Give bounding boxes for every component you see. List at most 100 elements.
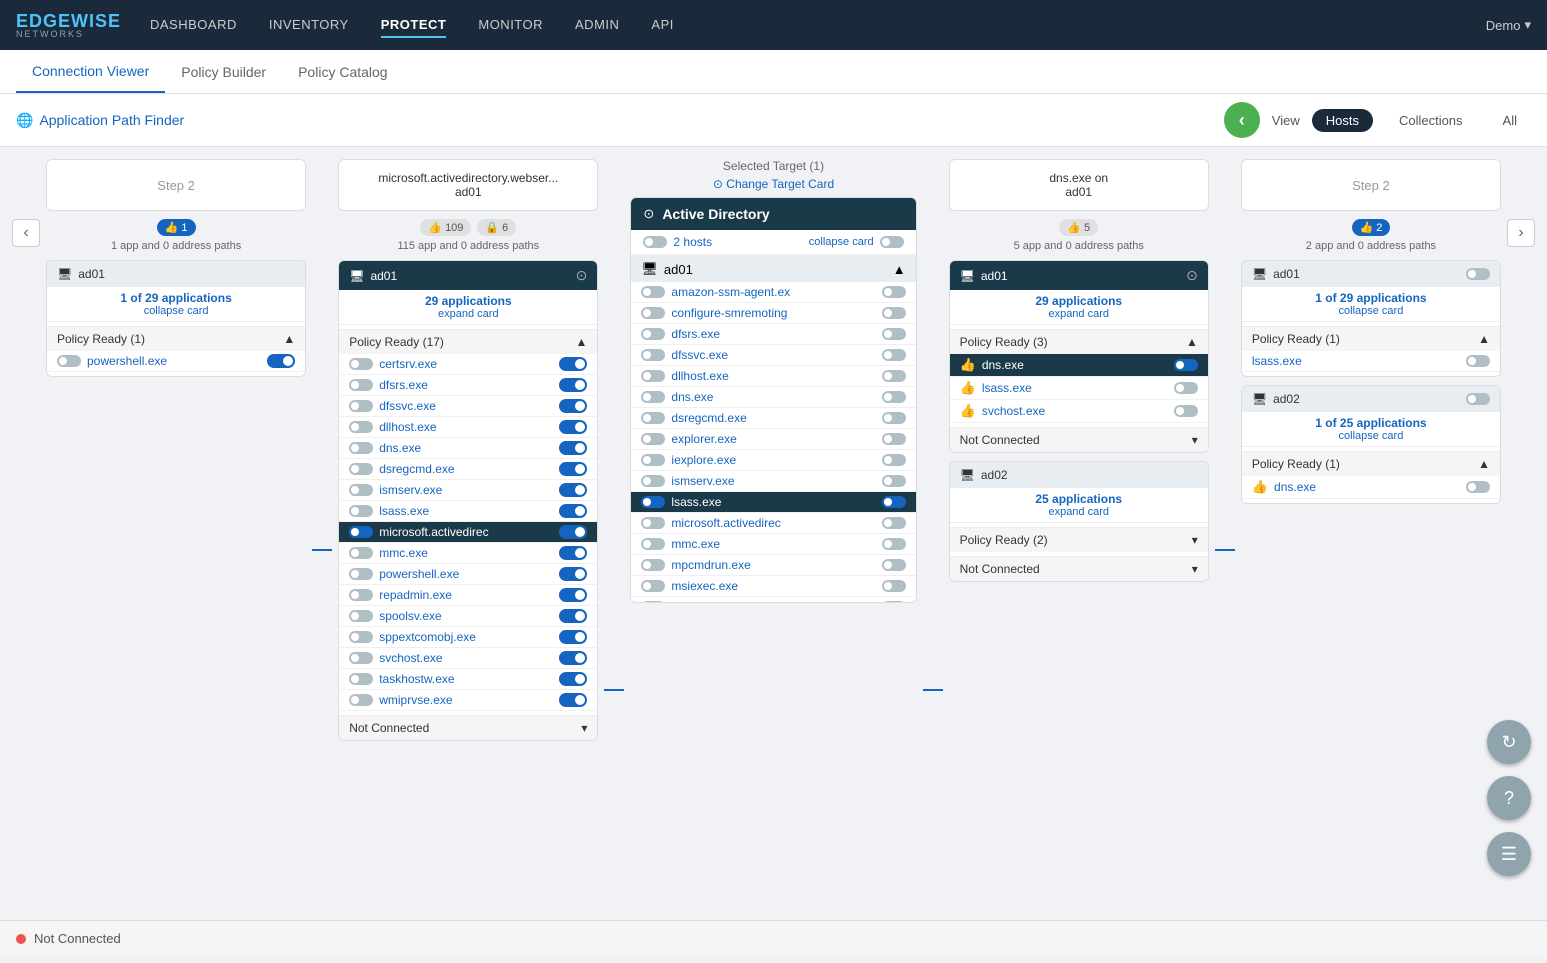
col2-toggle-powershell[interactable]	[349, 568, 373, 580]
col4-app-name-dns[interactable]: dns.exe	[982, 358, 1168, 372]
target-toggle-amazon-ssm[interactable]	[641, 286, 665, 298]
target-switch-dns[interactable]	[882, 391, 906, 403]
col2-switch-certsrv[interactable]	[559, 357, 587, 371]
target-toggle-dfssvc[interactable]	[641, 349, 665, 361]
col2-toggle-wmiprvse[interactable]	[349, 694, 373, 706]
col2-switch-dfsrs[interactable]	[559, 378, 587, 392]
col2-toggle-lsass[interactable]	[349, 505, 373, 517]
col5-ad02-header-toggle[interactable]	[1466, 393, 1490, 405]
target-toggle-mpcmdrun[interactable]	[641, 559, 665, 571]
col2-toggle-dsregcmd[interactable]	[349, 463, 373, 475]
nav-protect[interactable]: PROTECT	[381, 13, 447, 38]
target-switch-mpcmdrun[interactable]	[882, 559, 906, 571]
target-switch-amazon-ssm[interactable]	[882, 286, 906, 298]
col2-app-name-dllhost[interactable]: dllhost.exe	[379, 420, 553, 434]
next-arrow[interactable]: ›	[1507, 219, 1535, 247]
target-host-toggle[interactable]	[643, 236, 667, 248]
col2-app-name-dfsrs[interactable]: dfsrs.exe	[379, 378, 553, 392]
col5-ad02-policy-header[interactable]: Policy Ready (1) ▲	[1242, 451, 1500, 476]
target-app-name-mpcmdrun[interactable]: mpcmdrun.exe	[671, 558, 875, 572]
target-toggle-configure[interactable]	[641, 307, 665, 319]
user-menu[interactable]: Demo ▾	[1486, 17, 1531, 33]
view-hosts-button[interactable]: Hosts	[1312, 109, 1373, 132]
target-app-name-ismserv[interactable]: ismserv.exe	[671, 474, 875, 488]
target-app-name-explorer[interactable]: explorer.exe	[671, 432, 875, 446]
col2-toggle-mmc[interactable]	[349, 547, 373, 559]
target-app-name-dllhost[interactable]: dllhost.exe	[671, 369, 875, 383]
target-toggle-msactivedirec[interactable]	[641, 517, 665, 529]
help-fab[interactable]: ?	[1487, 776, 1531, 820]
target-app-name-lsass[interactable]: lsass.exe	[671, 495, 875, 509]
col2-toggle-taskhostw[interactable]	[349, 673, 373, 685]
col2-app-name-repadmin[interactable]: repadmin.exe	[379, 588, 553, 602]
col2-app-name-lsass[interactable]: lsass.exe	[379, 504, 553, 518]
col2-toggle-svchost[interactable]	[349, 652, 373, 664]
target-switch-configure[interactable]	[882, 307, 906, 319]
col2-switch-mmc[interactable]	[559, 546, 587, 560]
col2-switch-dsregcmd[interactable]	[559, 462, 587, 476]
menu-fab[interactable]: ☰	[1487, 832, 1531, 876]
col5-switch-lsass[interactable]	[1466, 355, 1490, 367]
col2-switch-wmiprvse[interactable]	[559, 693, 587, 707]
col2-toggle-dfssvc[interactable]	[349, 400, 373, 412]
target-toggle-iexplore[interactable]	[641, 454, 665, 466]
col4-switch-dns[interactable]	[1174, 359, 1198, 371]
col4-ad02-not-connected-header[interactable]: Not Connected ▾	[960, 562, 1198, 576]
col2-switch-spoolsv[interactable]	[559, 609, 587, 623]
col5-ad01-policy-header[interactable]: Policy Ready (1) ▲	[1242, 326, 1500, 351]
target-app-name-dns[interactable]: dns.exe	[671, 390, 875, 404]
target-host-toggle-right[interactable]	[880, 236, 904, 248]
col4-ad02-card-link[interactable]: 25 applications expand card	[960, 492, 1198, 518]
col1-switch-powershell[interactable]	[267, 354, 295, 368]
target-switch-ismserv[interactable]	[882, 475, 906, 487]
target-switch-msiexec[interactable]	[882, 580, 906, 592]
col2-app-name-sppext[interactable]: sppextcomobj.exe	[379, 630, 553, 644]
col2-app-name-svchost[interactable]: svchost.exe	[379, 651, 553, 665]
col1-app-name-powershell[interactable]: powershell.exe	[87, 354, 261, 368]
col2-app-name-dfssvc[interactable]: dfssvc.exe	[379, 399, 553, 413]
nav-api[interactable]: API	[651, 13, 673, 38]
col1-policy-header[interactable]: Policy Ready (1) ▲	[47, 326, 305, 351]
target-switch-explorer[interactable]	[882, 433, 906, 445]
target-toggle-ismserv[interactable]	[641, 475, 665, 487]
target-toggle-explorer[interactable]	[641, 433, 665, 445]
col2-not-connected-header[interactable]: Not Connected ▾	[349, 721, 587, 735]
target-switch-iexplore[interactable]	[882, 454, 906, 466]
target-app-name-dfsrs[interactable]: dfsrs.exe	[671, 327, 875, 341]
target-toggle-dllhost[interactable]	[641, 370, 665, 382]
nav-monitor[interactable]: MONITOR	[478, 13, 543, 38]
col2-switch-lsass[interactable]	[559, 504, 587, 518]
col2-switch-powershell[interactable]	[559, 567, 587, 581]
col2-toggle-sppext[interactable]	[349, 631, 373, 643]
col4-ad01-not-connected-header[interactable]: Not Connected ▾	[960, 433, 1198, 447]
tab-policy-builder[interactable]: Policy Builder	[165, 52, 282, 92]
col2-card-link[interactable]: 29 applications expand card	[349, 294, 587, 320]
col4-switch-svchost[interactable]	[1174, 405, 1198, 417]
target-switch-powershell[interactable]	[882, 601, 906, 602]
col2-toggle-dns[interactable]	[349, 442, 373, 454]
tab-policy-catalog[interactable]: Policy Catalog	[282, 52, 404, 92]
col5-ad02-link[interactable]: 1 of 25 applications collapse card	[1252, 416, 1490, 442]
col2-switch-dllhost[interactable]	[559, 420, 587, 434]
col5-ad01-link[interactable]: 1 of 29 applications collapse card	[1252, 291, 1490, 317]
col2-toggle-ismserv[interactable]	[349, 484, 373, 496]
target-app-name-dsregcmd[interactable]: dsregcmd.exe	[671, 411, 875, 425]
target-app-name-msiexec[interactable]: msiexec.exe	[671, 579, 875, 593]
col1-card-link[interactable]: 1 of 29 applications collapse card	[57, 291, 295, 317]
col5-switch-dns[interactable]	[1466, 481, 1490, 493]
col2-app-name-spoolsv[interactable]: spoolsv.exe	[379, 609, 553, 623]
target-switch-dllhost[interactable]	[882, 370, 906, 382]
col2-app-name-wmiprvse[interactable]: wmiprvse.exe	[379, 693, 553, 707]
col1-toggle-powershell[interactable]	[57, 355, 81, 367]
col2-app-name-msactivedirec[interactable]: microsoft.activedirec	[379, 525, 553, 539]
col2-switch-dns[interactable]	[559, 441, 587, 455]
col2-app-name-powershell[interactable]: powershell.exe	[379, 567, 553, 581]
col2-switch-taskhostw[interactable]	[559, 672, 587, 686]
col4-settings-icon[interactable]: ⊙	[1186, 267, 1198, 284]
col4-app-name-lsass[interactable]: lsass.exe	[982, 381, 1168, 395]
target-switch-lsass[interactable]	[882, 496, 906, 508]
col2-toggle-msactivedirec[interactable]	[349, 526, 373, 538]
view-collections-button[interactable]: Collections	[1385, 109, 1477, 132]
col2-switch-ismserv[interactable]	[559, 483, 587, 497]
col2-toggle-dfsrs[interactable]	[349, 379, 373, 391]
